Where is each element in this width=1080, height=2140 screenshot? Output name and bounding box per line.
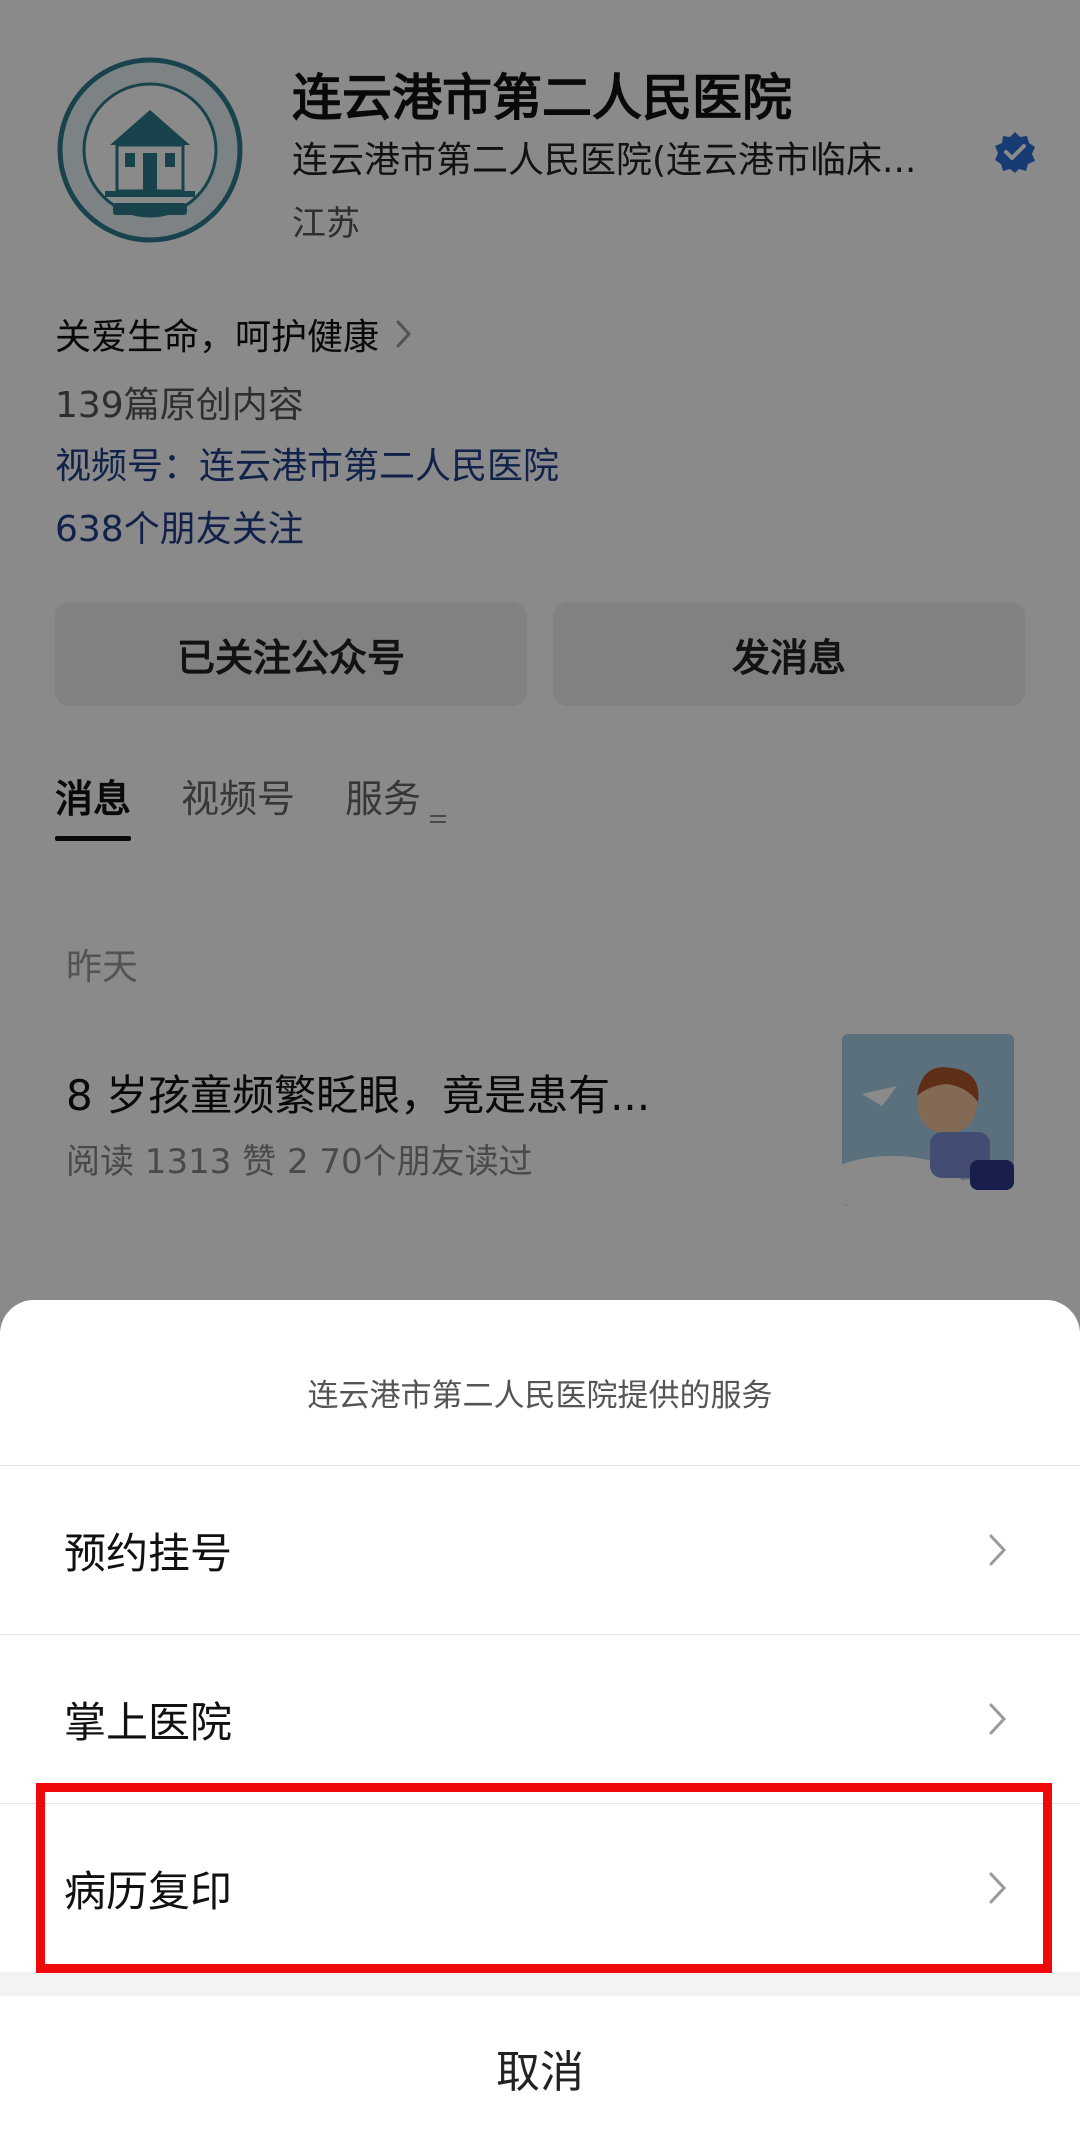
service-item-appointment[interactable]: 预约挂号 [0,1466,1080,1634]
chevron-right-icon [986,1699,1010,1739]
sheet-title: 连云港市第二人民医院提供的服务 [307,1378,773,1414]
highlight-box [36,1783,1052,1973]
section-gap [0,1972,1080,1996]
service-item-mobile-hospital[interactable]: 掌上医院 [0,1635,1080,1803]
cancel-button[interactable]: 取消 [0,1996,1080,2140]
account-profile-page: 连云港市第二人民医院 连云港市第二人民医院(连云港市临床... 江苏 关爱生命，… [0,0,1080,2140]
chevron-right-icon [986,1530,1010,1570]
service-item-label: 预约挂号 [64,1528,233,1578]
service-item-label: 掌上医院 [64,1697,233,1747]
services-bottom-sheet: 连云港市第二人民医院提供的服务 预约挂号 掌上医院 病历复印 取消 [0,1300,1080,2140]
